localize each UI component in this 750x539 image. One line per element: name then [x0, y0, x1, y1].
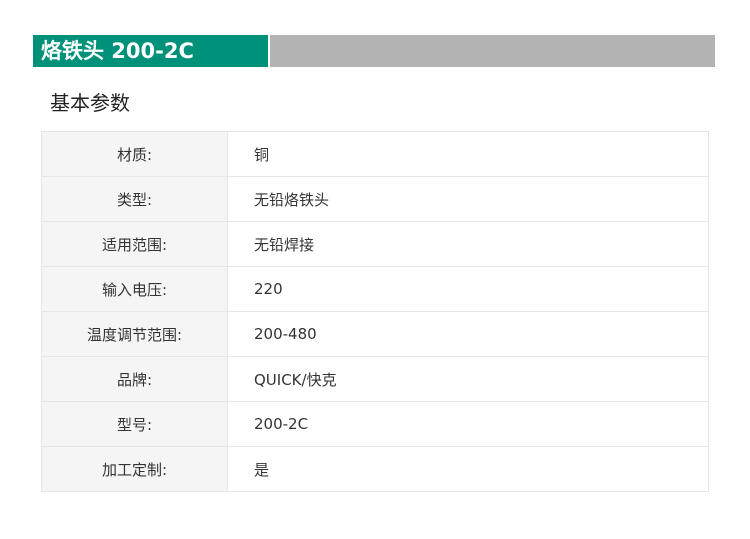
- param-value: 是: [227, 446, 709, 492]
- product-title: 烙铁头 200-2C: [33, 35, 268, 67]
- param-value: 铜: [227, 131, 709, 177]
- param-value: 无铅烙铁头: [227, 176, 709, 222]
- table-row: 输入电压: 220: [41, 266, 709, 312]
- param-value: 无铅焊接: [227, 221, 709, 267]
- param-label: 温度调节范围:: [41, 311, 228, 357]
- param-label: 适用范围:: [41, 221, 228, 267]
- table-row: 品牌: QUICK/快克: [41, 356, 709, 402]
- table-row: 适用范围: 无铅焊接: [41, 221, 709, 267]
- title-bar: 烙铁头 200-2C: [33, 35, 715, 67]
- title-bar-fill: [270, 35, 715, 67]
- param-label: 加工定制:: [41, 446, 228, 492]
- params-table: 材质: 铜 类型: 无铅烙铁头 适用范围: 无铅焊接 输入电压: 220 温度调…: [41, 131, 709, 492]
- param-label: 材质:: [41, 131, 228, 177]
- table-row: 材质: 铜: [41, 131, 709, 177]
- product-page: 烙铁头 200-2C 基本参数 材质: 铜 类型: 无铅烙铁头 适用范围: 无铅…: [0, 0, 750, 539]
- param-label: 品牌:: [41, 356, 228, 402]
- table-row: 类型: 无铅烙铁头: [41, 176, 709, 222]
- param-label: 输入电压:: [41, 266, 228, 312]
- table-row: 温度调节范围: 200-480: [41, 311, 709, 357]
- param-value: 200-480: [227, 311, 709, 357]
- param-value: 200-2C: [227, 401, 709, 447]
- param-value: QUICK/快克: [227, 356, 709, 402]
- param-label: 类型:: [41, 176, 228, 222]
- section-heading: 基本参数: [50, 91, 130, 115]
- table-row: 加工定制: 是: [41, 446, 709, 492]
- param-label: 型号:: [41, 401, 228, 447]
- table-row: 型号: 200-2C: [41, 401, 709, 447]
- param-value: 220: [227, 266, 709, 312]
